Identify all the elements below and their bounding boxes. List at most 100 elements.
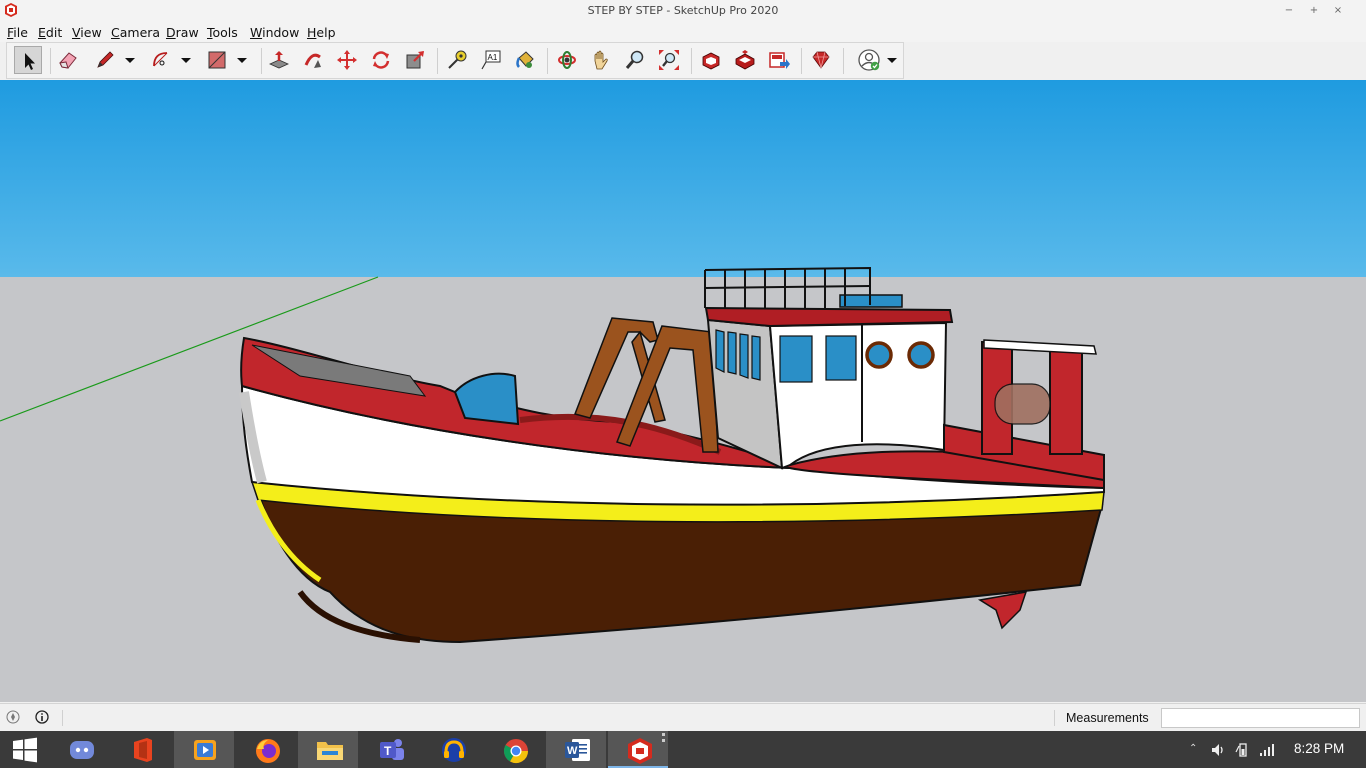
taskbar-video[interactable]: [174, 731, 234, 768]
line-tool-button[interactable]: [91, 46, 119, 74]
menu-bar: File Edit View Camera Draw Tools Window …: [0, 22, 1366, 42]
tray-overflow-icon[interactable]: ⌃: [1189, 743, 1197, 754]
chevron-down-icon: [181, 58, 191, 63]
taskbar-audio[interactable]: [422, 731, 482, 768]
minimize-icon: −: [1284, 5, 1294, 16]
menu-edit[interactable]: Edit: [38, 25, 62, 40]
chevron-down-icon: [237, 58, 247, 63]
discord-icon: [70, 741, 94, 759]
pan-icon: [594, 50, 608, 70]
network-icon[interactable]: [1259, 742, 1275, 758]
zoom-extents-tool-button[interactable]: [655, 46, 683, 74]
menu-tools[interactable]: Tools: [207, 25, 238, 40]
rectangle-icon: [208, 51, 226, 69]
battery-icon[interactable]: [1235, 742, 1251, 758]
tape-measure-icon: [448, 50, 467, 69]
menu-view[interactable]: View: [72, 25, 102, 40]
taskbar-firefox[interactable]: [236, 731, 296, 768]
maximize-button[interactable]: +: [1306, 3, 1322, 19]
menu-camera[interactable]: Camera: [111, 25, 160, 40]
measurements-input[interactable]: [1161, 708, 1360, 728]
volume-icon[interactable]: [1210, 742, 1226, 758]
move-icon: [337, 50, 357, 70]
close-button[interactable]: ×: [1330, 3, 1346, 19]
chevron-down-icon: [887, 58, 897, 63]
push-pull-icon: [269, 51, 289, 69]
send-to-layout-icon: [769, 52, 790, 69]
paint-bucket-icon: [516, 51, 534, 68]
rotate-icon: [372, 51, 390, 69]
zoom-icon: [625, 50, 644, 69]
winch-drum: [994, 383, 1051, 425]
minimize-button[interactable]: −: [1281, 3, 1297, 19]
warehouse-icon: [702, 52, 720, 70]
follow-me-tool-button[interactable]: [299, 46, 327, 74]
roof-railing: [704, 266, 871, 308]
windows-icon: [13, 737, 37, 763]
start-button[interactable]: [0, 731, 50, 768]
arc-icon: [153, 52, 168, 67]
push-pull-tool-button[interactable]: [265, 46, 293, 74]
account-dropdown[interactable]: [885, 46, 899, 74]
follow-me-icon: [304, 53, 321, 68]
status-bar: Measurements: [0, 703, 1366, 732]
title-bar: STEP BY STEP - SketchUp Pro 2020 − + ×: [0, 0, 1366, 22]
taskbar-word[interactable]: W: [546, 731, 606, 768]
move-tool-button[interactable]: [333, 46, 361, 74]
menu-help[interactable]: Help: [307, 25, 336, 40]
rectangle-tool-dropdown[interactable]: [235, 46, 249, 74]
svg-text:W: W: [567, 745, 578, 757]
svg-text:T: T: [384, 744, 392, 758]
rectangle-tool-button[interactable]: [203, 46, 231, 74]
cabin-roof: [704, 306, 954, 328]
taskbar-file-explorer[interactable]: [298, 731, 358, 768]
teams-icon: T: [380, 739, 404, 760]
window-title: STEP BY STEP - SketchUp Pro 2020: [587, 4, 779, 17]
extension-warehouse-icon: [735, 50, 755, 70]
taskbar-teams[interactable]: T: [360, 731, 420, 768]
office-icon: [134, 738, 152, 762]
eraser-tool-button[interactable]: [54, 46, 82, 74]
scale-tool-button[interactable]: [401, 46, 429, 74]
taskbar: T W ⌃ 8:28 PM: [0, 731, 1366, 768]
tape-measure-tool-button[interactable]: [443, 46, 471, 74]
taskbar-sketchup[interactable]: [608, 731, 668, 768]
select-tool-button[interactable]: [14, 46, 42, 74]
text-icon: A1: [481, 50, 501, 70]
file-explorer-icon: [317, 742, 343, 760]
account-icon: [858, 49, 880, 71]
porthole: [865, 341, 893, 369]
orbit-tool-button[interactable]: [553, 46, 581, 74]
close-icon: ×: [1333, 5, 1343, 16]
extension-warehouse-button[interactable]: [731, 46, 759, 74]
taskbar-office[interactable]: [112, 731, 172, 768]
account-button[interactable]: [855, 46, 883, 74]
line-tool-dropdown[interactable]: [123, 46, 137, 74]
measurements-label: Measurements: [1066, 711, 1149, 725]
paint-bucket-tool-button[interactable]: [511, 46, 539, 74]
taskbar-chrome[interactable]: [484, 731, 544, 768]
info-icon[interactable]: [35, 710, 49, 724]
modeling-viewport[interactable]: [0, 80, 1366, 702]
arc-tool-dropdown[interactable]: [179, 46, 193, 74]
zoom-tool-button[interactable]: [621, 46, 649, 74]
menu-draw[interactable]: Draw: [166, 25, 199, 40]
audio-icon: [442, 738, 466, 762]
word-icon: W: [565, 739, 590, 761]
arc-tool-button[interactable]: [147, 46, 175, 74]
warehouse-button[interactable]: [697, 46, 725, 74]
geo-location-icon[interactable]: [6, 710, 20, 724]
ruby-console-button[interactable]: [807, 46, 835, 74]
scale-icon: [406, 51, 424, 69]
taskbar-discord[interactable]: [51, 731, 111, 768]
text-tool-button[interactable]: A1: [477, 46, 505, 74]
pan-tool-button[interactable]: [587, 46, 615, 74]
taskbar-clock[interactable]: 8:28 PM: [1294, 741, 1344, 756]
send-to-layout-button[interactable]: [765, 46, 793, 74]
orbit-icon: [558, 51, 576, 69]
menu-file[interactable]: File: [7, 25, 28, 40]
rotate-tool-button[interactable]: [367, 46, 395, 74]
menu-window[interactable]: Window: [250, 25, 299, 40]
chrome-icon: [503, 739, 528, 764]
sketchup-icon: [628, 738, 652, 764]
